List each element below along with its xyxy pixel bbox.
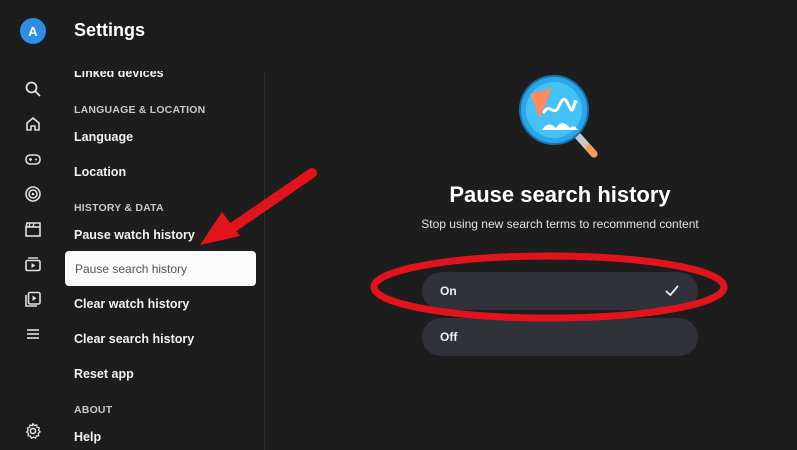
panel-subtitle: Stop using new search terms to recommend…	[421, 217, 699, 231]
option-off[interactable]: Off	[422, 318, 698, 356]
home-icon[interactable]	[24, 115, 42, 133]
option-on-label: On	[440, 284, 457, 298]
menu-item-pause-watch-history[interactable]: Pause watch history	[74, 228, 195, 242]
menu-item-clear-search-history[interactable]: Clear search history	[74, 332, 194, 346]
menu-item-language[interactable]: Language	[74, 130, 133, 144]
checkmark-icon	[664, 283, 680, 299]
gamepad-icon[interactable]	[24, 150, 42, 168]
section-header-about: ABOUT	[74, 404, 113, 416]
target-icon[interactable]	[24, 185, 42, 203]
gear-icon[interactable]	[24, 422, 42, 440]
magnifier-illustration-icon	[514, 72, 606, 164]
section-header-language-location: LANGUAGE & LOCATION	[74, 104, 206, 116]
page-title: Settings	[74, 20, 146, 40]
navigation-rail: A	[0, 0, 66, 450]
avatar[interactable]: A	[20, 18, 46, 44]
panel-title: Pause search history	[449, 182, 671, 207]
clapperboard-icon[interactable]	[24, 220, 42, 238]
menu-divider	[264, 72, 265, 450]
library-icon[interactable]	[24, 290, 42, 308]
menu-item-help[interactable]: Help	[74, 430, 101, 444]
search-icon[interactable]	[24, 80, 42, 98]
menu-item-location[interactable]: Location	[74, 165, 126, 179]
menu-item-linked-devices[interactable]: Linked devices	[74, 71, 164, 80]
subscriptions-icon[interactable]	[24, 255, 42, 273]
menu-icon[interactable]	[24, 325, 42, 343]
menu-item-clear-watch-history[interactable]: Clear watch history	[74, 297, 189, 311]
menu-item-reset-app[interactable]: Reset app	[74, 367, 134, 381]
section-header-history-data: HISTORY & DATA	[74, 202, 164, 214]
menu-item-pause-search-history[interactable]: Pause search history	[65, 251, 256, 286]
option-on[interactable]: On	[422, 272, 698, 310]
option-off-label: Off	[440, 330, 458, 344]
